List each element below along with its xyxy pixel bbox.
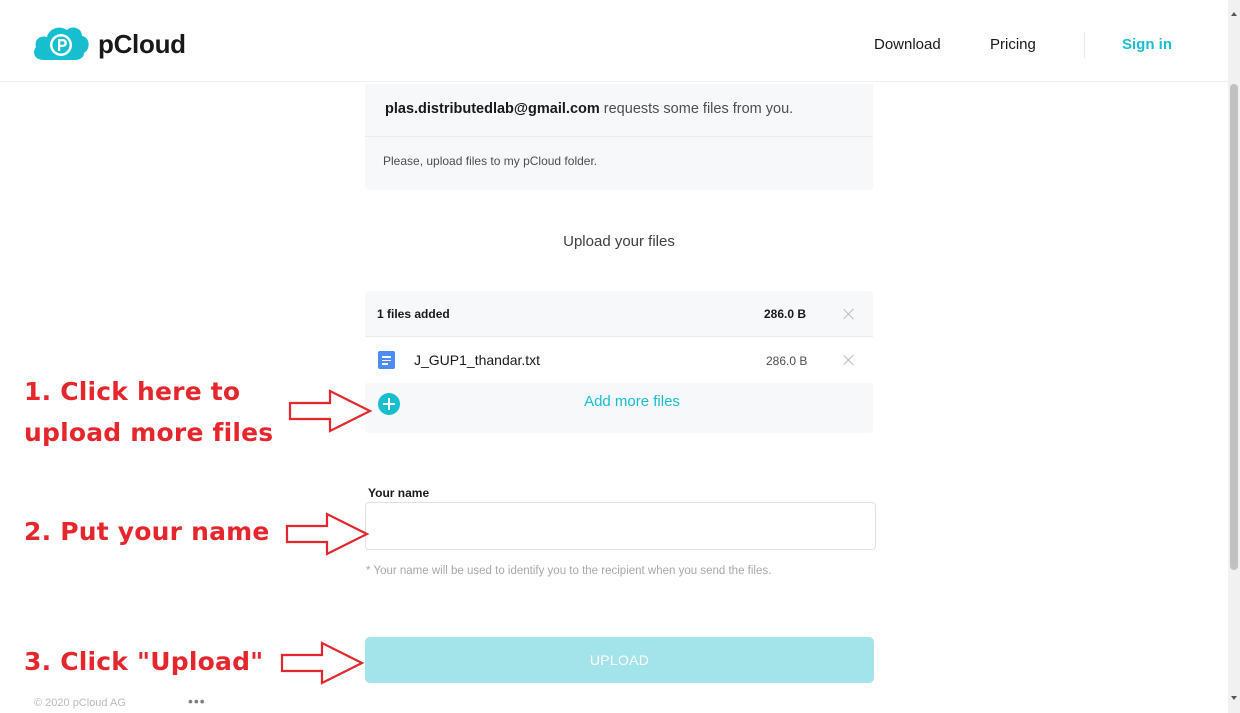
annotation-arrow-icon [285, 512, 370, 556]
files-total-size: 286.0 B [764, 307, 807, 321]
request-line: plas.distributedlab@gmail.com requests s… [385, 101, 793, 117]
divider [365, 136, 873, 137]
scroll-down-arrow-icon[interactable] [1231, 696, 1237, 700]
files-summary-row: 1 files added 286.0 B [365, 291, 873, 337]
request-text: requests some files from you. [599, 101, 794, 117]
annotation-arrow-icon [288, 389, 373, 433]
nav-download-link[interactable]: Download [874, 36, 941, 53]
pcloud-logo-icon [34, 27, 89, 60]
pcloud-logo[interactable]: pCloud [30, 22, 186, 66]
file-request-card: plas.distributedlab@gmail.com requests s… [365, 84, 873, 190]
scroll-up-arrow-icon[interactable] [1231, 12, 1237, 16]
annotation-step3: 3. Click "Upload" [24, 647, 264, 676]
nav-pricing-link[interactable]: Pricing [990, 36, 1036, 53]
sign-in-link[interactable]: Sign in [1122, 36, 1172, 53]
vertical-scrollbar[interactable] [1228, 0, 1240, 713]
files-list: 1 files added 286.0 B J_GUP1_thandar.txt… [365, 291, 873, 433]
your-name-label: Your name [368, 486, 430, 500]
remove-all-close-icon[interactable] [843, 308, 855, 320]
your-name-input[interactable] [365, 502, 876, 550]
page: pCloud Download Pricing Sign in plas.dis… [0, 0, 1240, 713]
file-name: J_GUP1_thandar.txt [414, 352, 541, 368]
file-size: 286.0 B [766, 354, 808, 368]
upload-section-title: Upload your files [563, 233, 675, 250]
scrollbar-thumb[interactable] [1230, 84, 1238, 570]
annotation-arrow-icon [280, 641, 365, 685]
remove-file-close-icon[interactable] [843, 354, 855, 366]
annotation-step1-line2: upload more files [24, 418, 274, 447]
upload-button[interactable]: UPLOAD [365, 637, 874, 683]
more-options-icon[interactable]: ••• [188, 693, 206, 709]
brand-name: pCloud [98, 28, 186, 59]
request-message: Please, upload files to my pCloud folder… [383, 154, 598, 168]
footer-copyright: © 2020 pCloud AG [34, 697, 126, 709]
text-file-icon [378, 351, 395, 369]
file-row: J_GUP1_thandar.txt 286.0 B [365, 337, 873, 383]
annotation-step1-line1: 1. Click here to [24, 377, 241, 406]
add-more-files-label[interactable]: Add more files [365, 393, 899, 410]
requester-email: plas.distributedlab@gmail.com [385, 101, 600, 117]
nav-divider [1084, 32, 1085, 58]
add-more-files-button[interactable]: Add more files [365, 383, 873, 433]
annotation-step2: 2. Put your name [24, 517, 270, 546]
top-header: pCloud Download Pricing Sign in [0, 0, 1228, 82]
files-count: 1 files added [377, 307, 450, 321]
name-hint: * Your name will be used to identify you… [366, 565, 772, 577]
